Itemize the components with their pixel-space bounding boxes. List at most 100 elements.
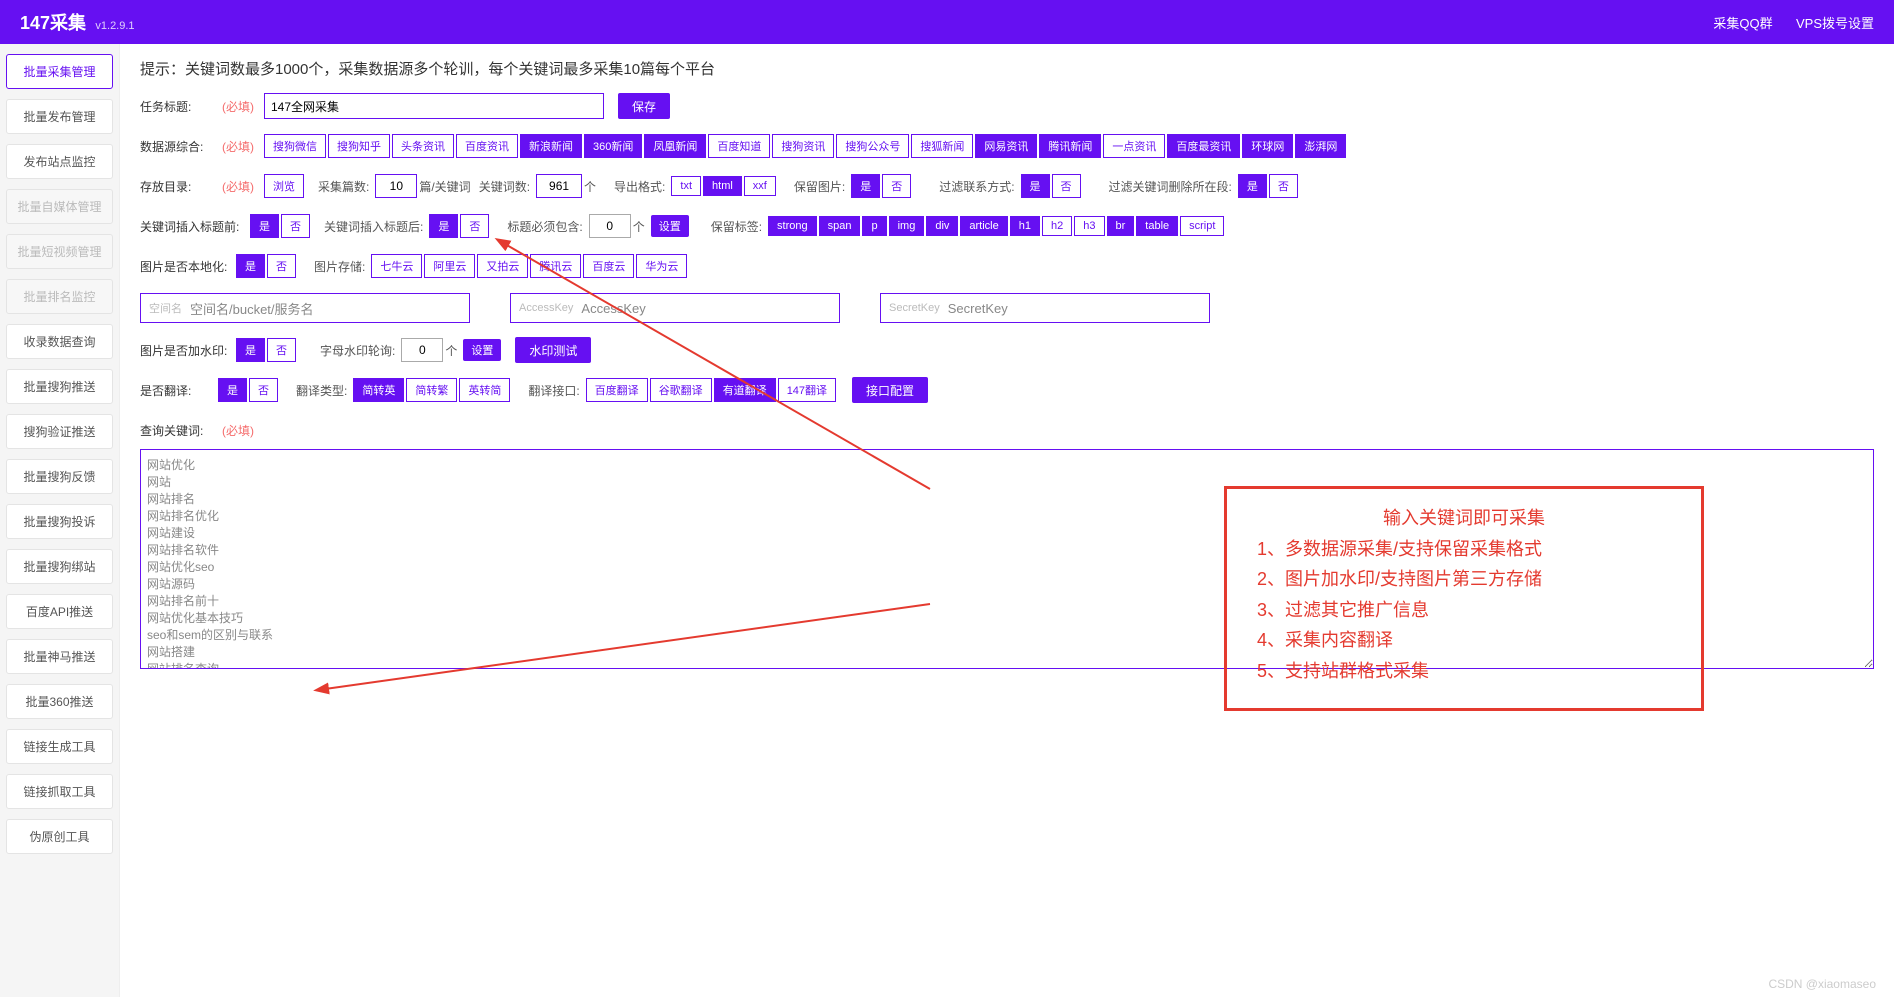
translate-type-tag[interactable]: 简转英 [353,378,404,402]
sidebar-item[interactable]: 批量搜狗绑站 [6,549,113,584]
translate-api-tag[interactable]: 谷歌翻译 [650,378,712,402]
source-tag[interactable]: 一点资讯 [1103,134,1165,158]
query-req: (必填) [222,422,254,439]
imgstore-tag[interactable]: 阿里云 [424,254,475,278]
export-tag[interactable]: xxf [744,176,776,196]
space-name-input-wrap[interactable]: 空间名 空间名/bucket/服务名 [140,293,470,323]
source-tag[interactable]: 360新闻 [584,134,642,158]
filtercontact-tag[interactable]: 否 [1052,174,1081,198]
keep-html-tag[interactable]: br [1107,216,1135,236]
keepimg-tag[interactable]: 否 [882,174,911,198]
translate-api-tag[interactable]: 百度翻译 [586,378,648,402]
link-qq-group[interactable]: 采集QQ群 [1713,16,1772,31]
keep-html-tag[interactable]: h2 [1042,216,1072,236]
source-tag[interactable]: 搜狗资讯 [772,134,834,158]
sidebar-item[interactable]: 链接抓取工具 [6,774,113,809]
keep-html-tag[interactable]: strong [768,216,817,236]
translate-api-tag[interactable]: 有道翻译 [714,378,776,402]
ak-label: AccessKey [519,302,573,314]
task-title-input[interactable] [264,93,604,119]
source-tag[interactable]: 搜狗微信 [264,134,326,158]
insert-after-tag[interactable]: 是 [429,214,458,238]
keep-html-tag[interactable]: p [862,216,886,236]
keep-html-tag[interactable]: img [889,216,925,236]
imglocal-tag[interactable]: 是 [236,254,265,278]
link-vps-dial[interactable]: VPS拨号设置 [1796,16,1874,31]
sidebar-item[interactable]: 收录数据查询 [6,324,113,359]
wm-label: 图片是否加水印: [140,342,236,359]
insert-before-tag[interactable]: 否 [281,214,310,238]
source-tag[interactable]: 搜狗知乎 [328,134,390,158]
wm-set-button[interactable]: 设置 [463,339,501,361]
keywords-textarea[interactable]: 网站优化 网站 网站排名 网站排名优化 网站建设 网站排名软件 网站优化seo … [140,449,1874,669]
wm-test-button[interactable]: 水印测试 [515,337,591,363]
must-include-input[interactable] [589,214,631,238]
imgstore-tag[interactable]: 又拍云 [477,254,528,278]
secretkey-input-wrap[interactable]: SecretKey SecretKey [880,293,1210,323]
kw-count-label: 关键词数: [479,178,530,195]
imgstore-tag[interactable]: 七牛云 [371,254,422,278]
sidebar-item[interactable]: 批量神马推送 [6,639,113,674]
keep-html-tag[interactable]: table [1136,216,1178,236]
source-tag[interactable]: 网易资讯 [975,134,1037,158]
imgstore-tag[interactable]: 腾讯云 [530,254,581,278]
keep-html-tag[interactable]: h1 [1010,216,1040,236]
insert-before-tag[interactable]: 是 [250,214,279,238]
source-tag[interactable]: 搜狗公众号 [836,134,909,158]
must-set-button[interactable]: 设置 [651,215,689,237]
source-tag[interactable]: 百度最资讯 [1167,134,1240,158]
source-tag[interactable]: 腾讯新闻 [1039,134,1101,158]
kw-count-input[interactable] [536,174,582,198]
imgstore-tag[interactable]: 百度云 [583,254,634,278]
sidebar: 批量采集管理批量发布管理发布站点监控批量自媒体管理批量短视频管理批量排名监控收录… [0,44,120,997]
sidebar-item[interactable]: 批量搜狗反馈 [6,459,113,494]
watermark-tag[interactable]: 是 [236,338,265,362]
sidebar-item: 批量排名监控 [6,279,113,314]
source-tag[interactable]: 环球网 [1242,134,1293,158]
translate-tag[interactable]: 是 [218,378,247,402]
sidebar-item[interactable]: 批量搜狗投诉 [6,504,113,539]
sidebar-item[interactable]: 链接生成工具 [6,729,113,764]
save-button[interactable]: 保存 [618,93,670,119]
sidebar-item[interactable]: 批量采集管理 [6,54,113,89]
translate-tag[interactable]: 否 [249,378,278,402]
accesskey-input-wrap[interactable]: AccessKey AccessKey [510,293,840,323]
keep-html-tag[interactable]: h3 [1074,216,1104,236]
keepimg-tag[interactable]: 是 [851,174,880,198]
keep-html-tag[interactable]: span [819,216,861,236]
source-tag[interactable]: 凤凰新闻 [644,134,706,158]
collect-count-input[interactable] [375,174,417,198]
imgstore-tag[interactable]: 华为云 [636,254,687,278]
keep-html-tag[interactable]: div [926,216,958,236]
watermark-tag[interactable]: 否 [267,338,296,362]
translate-type-tag[interactable]: 简转繁 [406,378,457,402]
sidebar-item[interactable]: 批量发布管理 [6,99,113,134]
filterkw-tag[interactable]: 是 [1238,174,1267,198]
export-tag[interactable]: txt [671,176,701,196]
sidebar-item[interactable]: 批量360推送 [6,684,113,719]
export-tag[interactable]: html [703,176,742,196]
sidebar-item[interactable]: 批量搜狗推送 [6,369,113,404]
source-tag[interactable]: 搜狐新闻 [911,134,973,158]
api-config-button[interactable]: 接口配置 [852,377,928,403]
imglocal-tag[interactable]: 否 [267,254,296,278]
filtercontact-tag[interactable]: 是 [1021,174,1050,198]
source-tag[interactable]: 新浪新闻 [520,134,582,158]
sidebar-item[interactable]: 伪原创工具 [6,819,113,854]
sidebar-item[interactable]: 搜狗验证推送 [6,414,113,449]
browse-button[interactable]: 浏览 [264,174,304,198]
insert-after-tag[interactable]: 否 [460,214,489,238]
sidebar-item[interactable]: 百度API推送 [6,594,113,629]
translate-api-tag[interactable]: 147翻译 [778,378,836,402]
sidebar-item[interactable]: 发布站点监控 [6,144,113,179]
keep-html-tag[interactable]: article [960,216,1007,236]
source-tag[interactable]: 头条资讯 [392,134,454,158]
source-tag[interactable]: 百度知道 [708,134,770,158]
source-tag[interactable]: 百度资讯 [456,134,518,158]
source-tag[interactable]: 澎湃网 [1295,134,1346,158]
translate-type-tag[interactable]: 英转简 [459,378,510,402]
space-placeholder: 空间名/bucket/服务名 [190,299,314,318]
keep-html-tag[interactable]: script [1180,216,1224,236]
filterkw-tag[interactable]: 否 [1269,174,1298,198]
wm-rotate-input[interactable] [401,338,443,362]
